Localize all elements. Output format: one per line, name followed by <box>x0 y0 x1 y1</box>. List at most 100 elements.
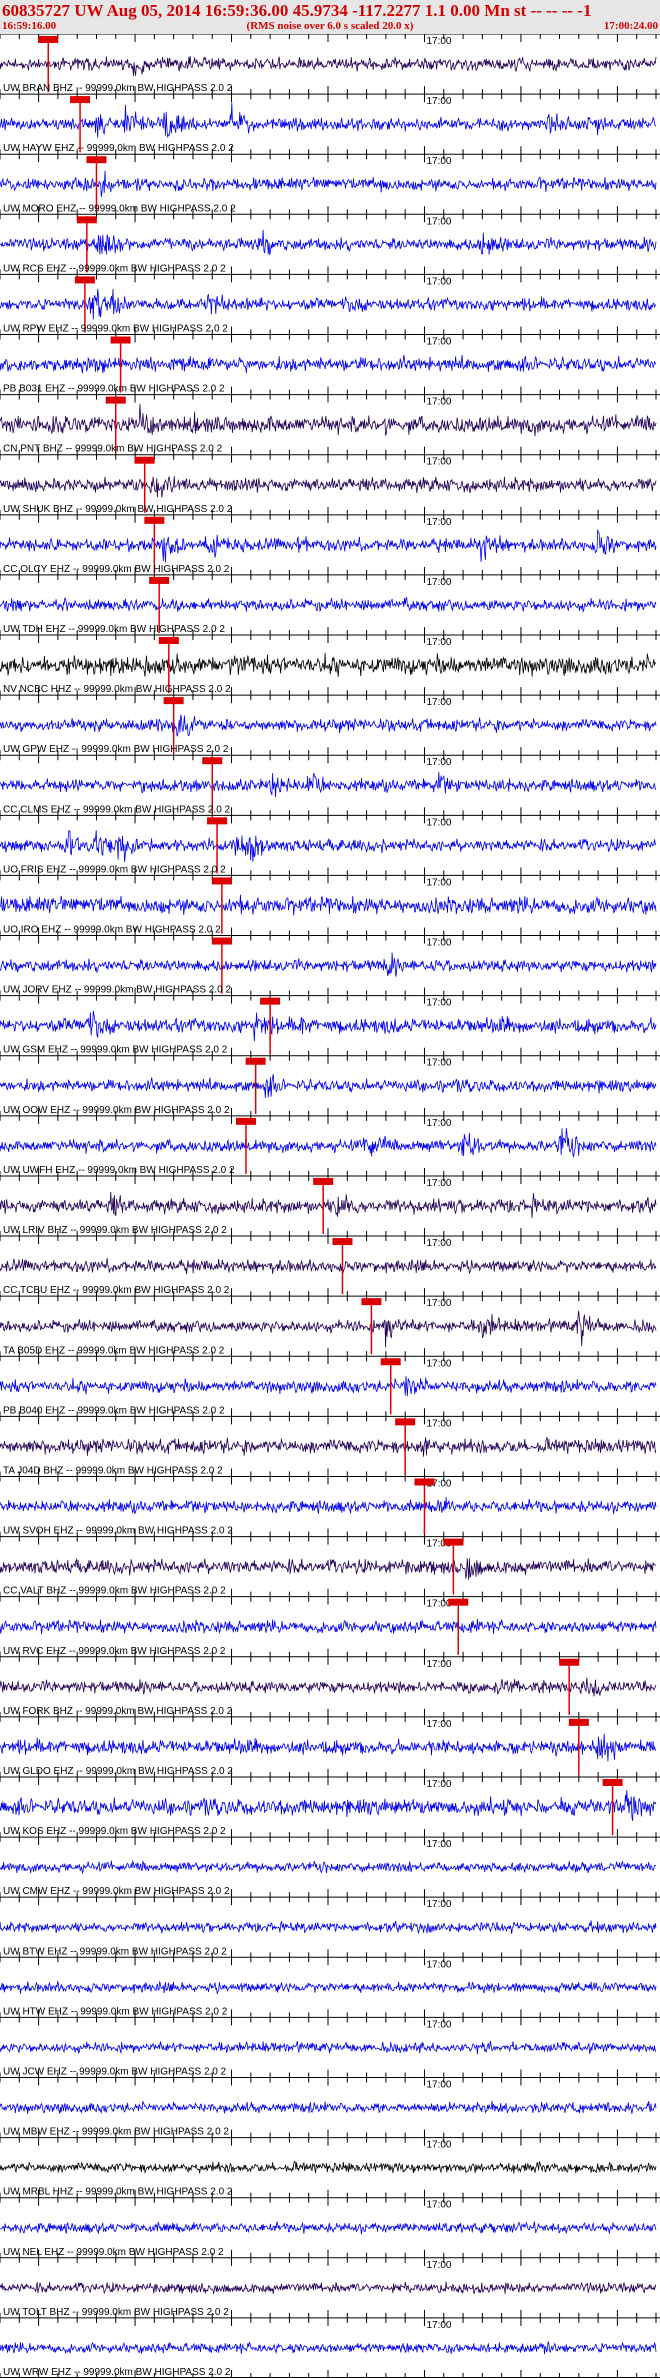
trace-15: 17:00 UW JORV EHZ -- 99999.0km BW HIGHPAS… <box>0 935 660 996</box>
trace-20: 17:00 CC TCBU EHZ -- 99999.0km BW HIGHPAS… <box>0 1235 660 1297</box>
minute-tick-label: 17:00 <box>426 1118 451 1129</box>
trace-11: 17:00 UW GPW EHZ -- 99999.0km BW HIGHPASS… <box>0 694 660 756</box>
trace-37: 17:00 UW TOLT BHZ -- 99999.0km BW HIGHPAS… <box>0 2257 660 2318</box>
waveform <box>0 354 657 374</box>
waveform <box>0 403 657 437</box>
trace-29: 17:00 UW KOS EHZ -- 99999.0km BW HIGHPASS… <box>0 1776 660 1838</box>
phase-pick-marker <box>207 817 228 825</box>
station-label: UW JORV EHZ -- 99999.0km BW HIGHPASS 2.0… <box>3 985 231 996</box>
trace-23: 17:00 TA J04D BHZ -- 99999.0km BW HIGHPAS… <box>0 1415 660 1477</box>
minute-tick-label: 17:00 <box>426 457 451 468</box>
phase-pick-marker <box>105 396 126 404</box>
trace-3: 17:00 UW RCS EHZ -- 99999.0km BW HIGHPASS… <box>0 213 660 274</box>
waveform <box>0 1920 657 1934</box>
station-label: UW MRBL HHZ -- 99999.0km BW HIGHPASS 2.0… <box>3 2187 233 2198</box>
scaling-note: (RMS noise over 6.0 s scaled 20.0 x) <box>246 20 414 32</box>
phase-pick-marker <box>211 877 232 885</box>
phase-pick-marker <box>74 276 95 284</box>
station-label: UW LRIV BHZ -- 99999.0km BW HIGHPASS 2.0… <box>3 1225 227 1236</box>
phase-pick-marker <box>70 96 91 104</box>
station-label: UW KOS EHZ -- 99999.0km BW HIGHPASS 2.0 … <box>3 1826 226 1837</box>
trace-4: 17:00 UW RPW EHZ -- 99999.0km BW HIGHPASS… <box>0 273 660 335</box>
waveform <box>0 1618 657 1635</box>
waveform <box>0 1980 657 1995</box>
phase-pick-marker <box>236 1117 256 1125</box>
waveform <box>0 952 657 977</box>
minute-tick-label: 17:00 <box>426 1959 451 1970</box>
phase-pick-marker <box>158 637 179 645</box>
trace-7: 17:00 UW SHUK BHZ -- 99999.0km BW HIGHPAS… <box>0 454 660 515</box>
trace-10: 17:00 NV NCBC HHZ -- 99999.0km BW HIGHPAS… <box>0 634 660 696</box>
waveform <box>0 771 657 798</box>
station-label: UW UWFH EHZ -- 99999.0km BW HIGHPASS 2.0… <box>3 1165 235 1176</box>
trace-31: 17:00 UW BTW EHZ -- 99999.0km BW HIGHPASS… <box>0 1896 660 1958</box>
station-label: UW WRW EHZ -- 99999.0km BW HIGHPASS 2.0 … <box>3 2367 231 2378</box>
phase-pick-marker <box>361 1298 382 1306</box>
phase-pick-marker <box>332 1238 353 1246</box>
trace-16: 17:00 UW GSM EHZ -- 99999.0km BW HIGHPASS… <box>0 995 660 1056</box>
waveform <box>0 652 657 677</box>
waveform <box>0 714 657 737</box>
seismogram-plot: 17:00 UW BRAN BHZ -- 99999.0km BW HIGHPAS… <box>0 34 660 2378</box>
minute-tick-label: 17:00 <box>426 2200 451 2211</box>
station-label: TA J04D BHZ -- 99999.0km BW HIGHPASS 2.0… <box>3 1465 223 1476</box>
trace-5: 17:00 PB B031 EHZ -- 99999.0km BW HIGHPAS… <box>0 334 660 395</box>
waveform <box>0 2281 657 2295</box>
phase-pick-marker <box>443 1538 464 1546</box>
minute-tick-label: 17:00 <box>426 817 451 828</box>
trace-25: 17:00CC VALT BHZ -- 99999.0km BW HIGHPAS… <box>0 1536 660 1597</box>
trace-27: 17:00 UW FORK BHZ -- 99999.0km BW HIGHPAS… <box>0 1656 660 1717</box>
minute-tick-label: 17:00 <box>426 1839 451 1850</box>
trace-6: 17:00 CN PNT BHZ -- 99999.0km BW HIGHPASS… <box>0 394 660 455</box>
waveform <box>0 1258 657 1275</box>
waveform <box>0 2040 657 2055</box>
trace-13: 17:00 UO FRIS EHZ -- 99999.0km BW HIGHPAS… <box>0 814 660 876</box>
waveform <box>0 596 657 613</box>
station-label: UW GPW EHZ -- 99999.0km BW HIGHPASS 2.0 … <box>3 744 229 755</box>
station-label: UW CMW EHZ -- 99999.0km BW HIGHPASS 2.0 … <box>3 1886 230 1897</box>
trace-30: 17:00 UW CMW EHZ -- 99999.0km BW HIGHPASS… <box>0 1836 660 1898</box>
minute-tick-label: 17:00 <box>426 1899 451 1910</box>
station-label: CC TCBU EHZ -- 99999.0km BW HIGHPASS 2.0… <box>3 1285 230 1296</box>
waveform <box>0 55 657 77</box>
end-time: 17:00:24.00 <box>603 20 658 32</box>
minute-tick-label: 17:00 <box>426 938 451 949</box>
minute-tick-label: 17:00 <box>426 276 451 287</box>
station-label: UO FRIS EHZ -- 99999.0km BW HIGHPASS 2.0… <box>3 864 226 875</box>
minute-tick-label: 17:00 <box>426 1178 451 1189</box>
phase-pick-marker <box>414 1478 435 1486</box>
minute-tick-label: 17:00 <box>426 877 451 888</box>
phase-pick-marker <box>163 697 184 705</box>
minute-tick-label: 17:00 <box>426 998 451 1009</box>
waveform <box>0 2221 657 2235</box>
waveform <box>0 1497 657 1515</box>
waveform <box>0 1789 657 1821</box>
trace-19: 17:00 UW LRIV BHZ -- 99999.0km BW HIGHPAS… <box>0 1175 660 1237</box>
waveform <box>0 1436 657 1457</box>
minute-tick-label: 17:00 <box>426 2260 451 2271</box>
phase-pick-marker <box>211 937 232 945</box>
phase-pick-marker <box>448 1598 469 1606</box>
minute-tick-label: 17:00 <box>426 1719 451 1730</box>
waveform <box>0 2341 657 2355</box>
waveform <box>0 529 657 563</box>
trace-21: 17:00 TA B05D EHZ -- 99999.0km BW HIGHPAS… <box>0 1295 660 1357</box>
station-label: UW SHUK BHZ -- 99999.0km BW HIGHPASS 2.0… <box>3 504 233 515</box>
phase-pick-marker <box>568 1718 589 1726</box>
trace-26: 17:00 UW RVC EHZ -- 99999.0km BW HIGHPASS… <box>0 1596 660 1657</box>
minute-tick-label: 17:00 <box>426 216 451 227</box>
phase-pick-marker <box>134 456 155 464</box>
minute-tick-label: 17:00 <box>426 517 451 528</box>
trace-9: 17:00 UW TDH EHZ -- 99999.0km BW HIGHPASS… <box>0 574 660 636</box>
trace-32: 17:00 UW HTW EHZ -- 99999.0km BW HIGHPASS… <box>0 1956 660 2018</box>
trace-12: 17:00 CC CLMS EHZ -- 99999.0km BW HIGHPAS… <box>0 754 660 816</box>
station-label: UO IRO EHZ -- 99999.0km BW HIGHPASS 2.0 … <box>3 925 221 936</box>
waveform <box>0 1010 657 1042</box>
phase-pick-marker <box>260 997 281 1005</box>
station-label: UW TDH EHZ -- 99999.0km BW HIGHPASS 2.0 … <box>3 624 225 635</box>
phase-pick-marker <box>110 336 131 344</box>
minute-tick-label: 17:00 <box>426 2140 451 2151</box>
minute-tick-label: 17:00 <box>426 2320 451 2331</box>
waveform <box>0 288 657 320</box>
minute-tick-label: 17:00 <box>426 2019 451 2030</box>
